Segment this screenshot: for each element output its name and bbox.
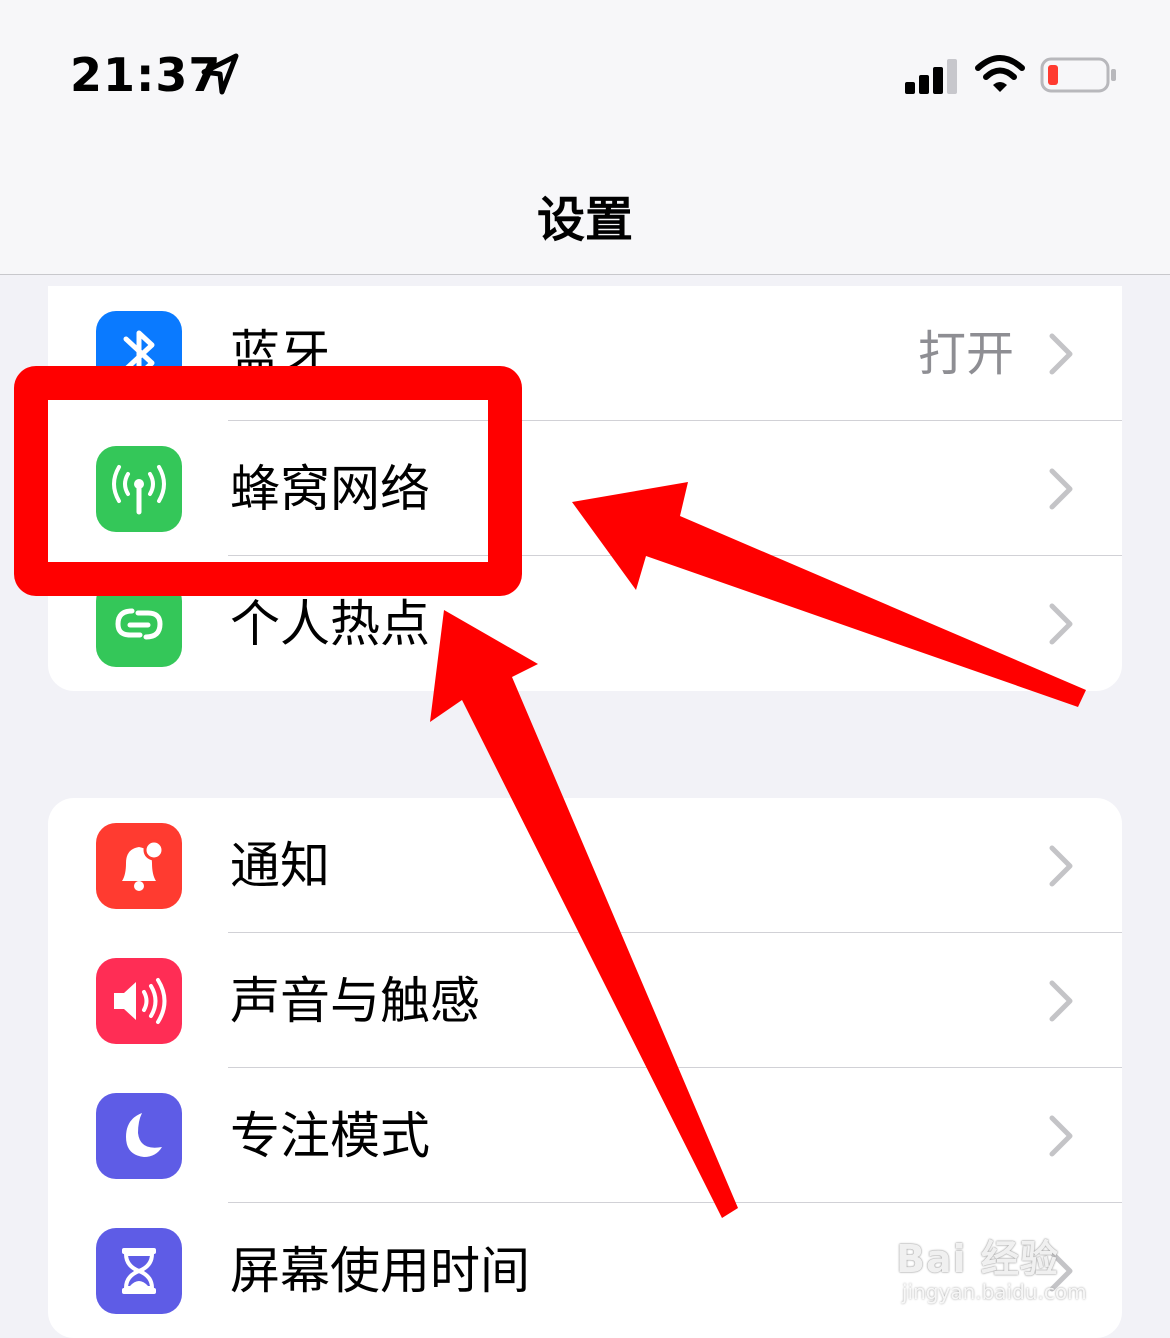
watermark-url-text: jingyan.baidu.com xyxy=(902,1280,1087,1304)
annotation-arrows xyxy=(430,482,1086,1218)
arrow-to-cellular xyxy=(572,482,1086,707)
arrow-to-hotspot xyxy=(430,610,738,1218)
baidu-jingyan-watermark: Bai 经验 jingyan.baidu.com xyxy=(896,1228,1110,1318)
watermark-main-text: Bai 经验 xyxy=(896,1237,1059,1281)
